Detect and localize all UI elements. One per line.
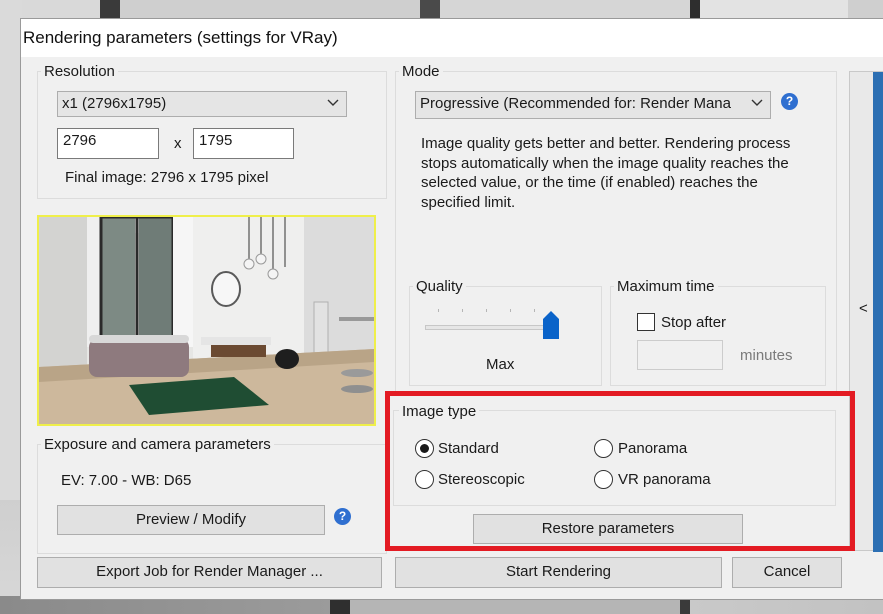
max-time-group-label: Maximum time: [614, 278, 718, 295]
resolution-preset-select[interactable]: x1 (2796x1795): [57, 91, 347, 117]
exposure-value: EV: 7.00 - WB: D65: [61, 472, 192, 489]
exposure-group-label: Exposure and camera parameters: [41, 436, 274, 453]
rendering-parameters-dialog: Rendering parameters (settings for VRay)…: [20, 18, 883, 600]
start-rendering-button[interactable]: Start Rendering: [395, 557, 722, 588]
mode-help-icon[interactable]: ?: [781, 93, 798, 110]
resolution-width-input[interactable]: 2796: [57, 128, 159, 159]
minutes-label: minutes: [740, 347, 793, 364]
stop-after-checkbox[interactable]: [637, 313, 655, 331]
exposure-help-icon[interactable]: ?: [334, 508, 351, 525]
bathroom-scene-preview: [39, 217, 374, 424]
resolution-height-input[interactable]: 1795: [193, 128, 294, 159]
resolution-group-label: Resolution: [41, 63, 118, 80]
max-time-group: [610, 286, 826, 386]
resolution-separator: x: [174, 135, 182, 152]
chevron-down-icon: [327, 99, 339, 106]
dialog-title: Rendering parameters (settings for VRay): [21, 19, 883, 57]
mode-select[interactable]: Progressive (Recommended for: Render Man…: [415, 91, 771, 119]
mode-select-value: Progressive (Recommended for: Render Man…: [420, 95, 731, 112]
final-image-size: Final image: 2796 x 1795 pixel: [65, 169, 269, 186]
resolution-preset-value: x1 (2796x1795): [62, 95, 167, 112]
mode-description: Image quality gets better and better. Re…: [421, 135, 791, 211]
quality-slider-thumb[interactable]: [543, 311, 559, 339]
exposure-group: [37, 444, 387, 554]
chevron-down-icon: [750, 96, 764, 110]
quality-value-label: Max: [486, 356, 515, 373]
preview-modify-button[interactable]: Preview / Modify: [57, 505, 325, 535]
quality-group-label: Quality: [413, 278, 466, 295]
cancel-button[interactable]: Cancel: [732, 557, 842, 588]
stop-after-label: Stop after: [661, 314, 727, 331]
mode-group-label: Mode: [399, 63, 443, 80]
chevron-left-icon: <: [859, 300, 868, 317]
image-type-highlight-box: [385, 391, 855, 551]
quality-slider-track[interactable]: [425, 325, 553, 330]
render-preview-image: [37, 215, 376, 426]
export-job-button[interactable]: Export Job for Render Manager ...: [37, 557, 382, 588]
minutes-input[interactable]: [637, 340, 723, 370]
